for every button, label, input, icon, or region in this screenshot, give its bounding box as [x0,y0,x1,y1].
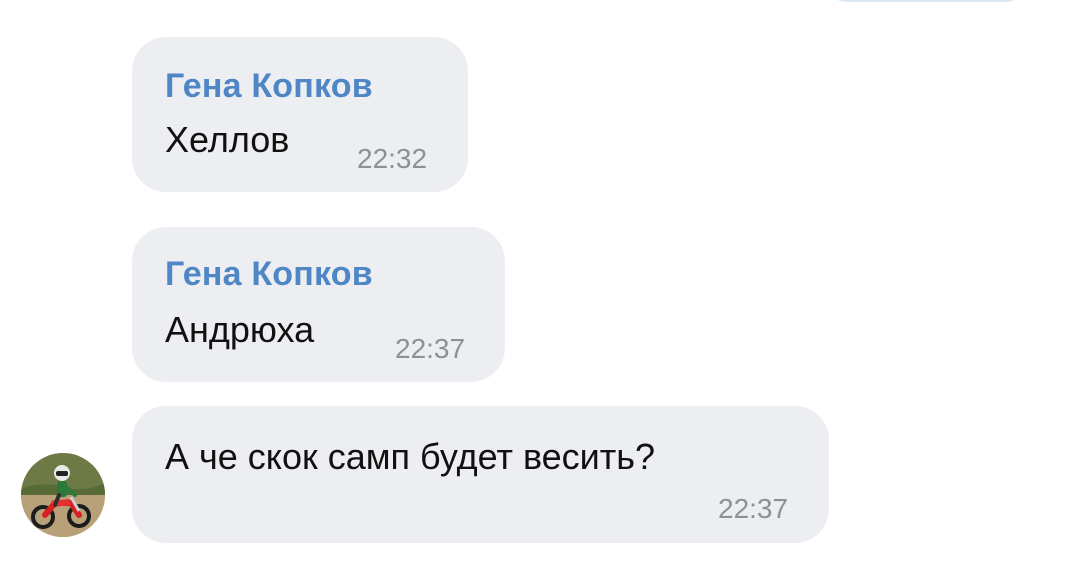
message-bubble[interactable]: А че скок самп будет весить? 22:37 [132,406,829,543]
message-timestamp: 22:32 [357,143,428,174]
previous-outgoing-bubble-edge [828,0,1024,2]
motocross-rider-avatar-icon [21,453,105,537]
message-timestamp: 22:37 [718,493,789,524]
sender-name[interactable]: Гена Копков [165,255,373,294]
message-text: Хеллов [165,119,290,160]
message-bubble[interactable]: Гена Копков Андрюха 22:37 [132,227,505,382]
message-timestamp: 22:37 [395,333,466,364]
message-bubble[interactable]: Гена Копков Хеллов 22:32 [132,37,468,192]
message-text: Андрюха [165,309,315,350]
message-text: А че скок самп будет весить? [165,436,656,477]
sender-avatar[interactable] [21,453,105,537]
sender-name[interactable]: Гена Копков [165,67,373,106]
